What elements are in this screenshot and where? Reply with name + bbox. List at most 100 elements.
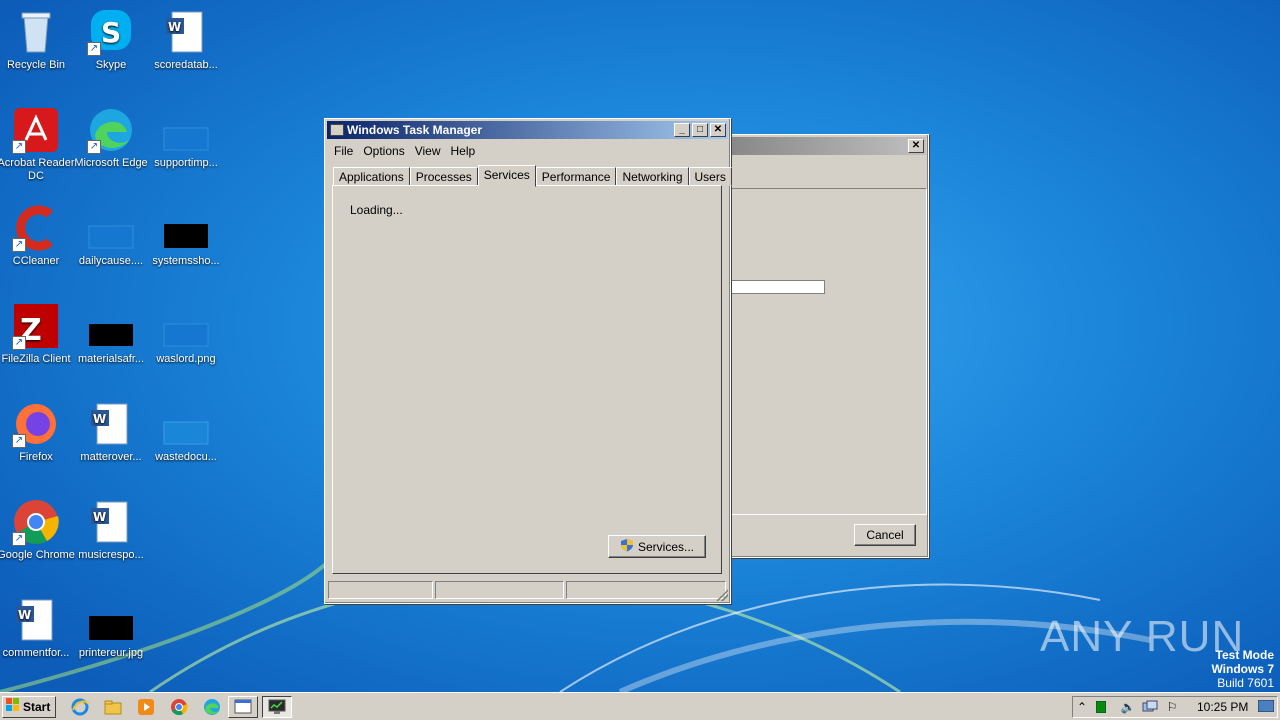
desktop-icon-printereur[interactable]: printereur.jpg bbox=[71, 596, 151, 660]
tab-performance[interactable]: Performance bbox=[535, 167, 617, 186]
image-file-icon bbox=[162, 302, 210, 350]
system-tray: ⌃ 🔈 ⚐ 10:25 PM bbox=[1072, 696, 1278, 718]
desktop-icon-ccleaner[interactable]: ↗ CCleaner bbox=[0, 204, 76, 268]
image-file-icon bbox=[162, 106, 210, 154]
firefox-icon: ↗ bbox=[12, 400, 60, 448]
tray-network-icon[interactable] bbox=[1139, 700, 1161, 714]
desktop-icon-acrobat[interactable]: ↗ Acrobat Reader DC bbox=[0, 106, 76, 183]
close-button[interactable]: ✕ bbox=[710, 123, 726, 137]
desktop-icon-musicrespo[interactable]: W musicrespo... bbox=[71, 498, 151, 562]
skype-icon: S ↗ bbox=[87, 8, 135, 56]
services-button-label: Services... bbox=[637, 539, 694, 554]
desktop-icon-scoredatab[interactable]: W scoredatab... bbox=[146, 8, 226, 72]
tray-volume-icon[interactable]: 🔈 bbox=[1117, 700, 1139, 714]
edge-icon: ↗ bbox=[87, 106, 135, 154]
menu-bar: File Options View Help bbox=[325, 141, 730, 161]
desktop-icon-systemssho[interactable]: systemssho... bbox=[146, 204, 226, 268]
svg-text:S: S bbox=[101, 16, 121, 49]
services-panel: Loading... Services... bbox=[332, 185, 722, 574]
tab-strip: Applications Processes Services Performa… bbox=[333, 165, 732, 187]
desktop-icon-wastedocu[interactable]: wastedocu... bbox=[146, 400, 226, 464]
watermark-line3: Build 7601 bbox=[1217, 676, 1274, 690]
menu-help[interactable]: Help bbox=[446, 143, 481, 159]
task-manager-window: Windows Task Manager _ □ ✕ File Options … bbox=[324, 118, 732, 604]
desktop-icon-chrome[interactable]: ↗ Google Chrome bbox=[0, 498, 76, 562]
background-dialog-close-button[interactable]: ✕ bbox=[908, 139, 924, 153]
svg-text:W: W bbox=[93, 412, 106, 426]
tab-services[interactable]: Services bbox=[477, 165, 536, 187]
cancel-button[interactable]: Cancel bbox=[854, 524, 916, 546]
background-dialog-field bbox=[731, 280, 825, 294]
desktop-icon-commentfor[interactable]: W commentfor... bbox=[0, 596, 76, 660]
word-doc-icon: W bbox=[162, 8, 210, 56]
taskbar-explorer-icon[interactable] bbox=[101, 696, 125, 718]
services-button[interactable]: Services... bbox=[608, 535, 706, 558]
desktop-icon-waslord[interactable]: waslord.png bbox=[146, 302, 226, 366]
taskbar-task-background-dialog[interactable] bbox=[228, 695, 258, 718]
watermark-line2: Windows 7 bbox=[1211, 662, 1274, 676]
clock[interactable]: 10:25 PM bbox=[1197, 700, 1248, 714]
tray-expand-icon[interactable]: ⌃ bbox=[1073, 700, 1091, 714]
desktop-icon-firefox[interactable]: ↗ Firefox bbox=[0, 400, 76, 464]
desktop-icon-filezilla[interactable]: Z ↗ FileZilla Client bbox=[0, 302, 76, 366]
desktop-icon-supportimp[interactable]: supportimp... bbox=[146, 106, 226, 170]
status-bar-cell bbox=[566, 581, 726, 599]
desktop-icon-materialsafr[interactable]: materialsafr... bbox=[71, 302, 151, 366]
taskbar: Start ⌃ 🔈 ⚐ 10:25 PM bbox=[0, 692, 1280, 720]
svg-text:W: W bbox=[18, 608, 31, 622]
loading-text: Loading... bbox=[350, 203, 403, 217]
image-file-icon bbox=[87, 596, 135, 644]
word-doc-icon: W bbox=[87, 498, 135, 546]
desktop-icon-dailycause[interactable]: dailycause.... bbox=[71, 204, 151, 268]
minimize-button[interactable]: _ bbox=[674, 123, 690, 137]
image-file-icon bbox=[162, 400, 210, 448]
window-title: Windows Task Manager bbox=[347, 123, 483, 137]
image-file-icon bbox=[87, 302, 135, 350]
windows-logo-icon bbox=[6, 698, 20, 715]
ccleaner-icon: ↗ bbox=[12, 204, 60, 252]
taskbar-chrome-icon[interactable] bbox=[167, 696, 191, 718]
menu-view[interactable]: View bbox=[410, 143, 446, 159]
start-label: Start bbox=[23, 699, 51, 714]
svg-text:W: W bbox=[168, 20, 181, 34]
image-file-icon bbox=[162, 204, 210, 252]
taskbar-media-player-icon[interactable] bbox=[134, 696, 158, 718]
tray-flag-icon[interactable]: ⚐ bbox=[1161, 700, 1183, 714]
resize-grip-icon[interactable] bbox=[716, 589, 728, 601]
task-manager-app-icon bbox=[330, 124, 344, 136]
menu-options[interactable]: Options bbox=[358, 143, 409, 159]
tab-processes[interactable]: Processes bbox=[409, 167, 478, 186]
test-mode-watermark: Test Mode Windows 7 Build 7601 bbox=[1211, 648, 1274, 690]
filezilla-icon: Z ↗ bbox=[12, 302, 60, 350]
status-bar bbox=[328, 581, 728, 599]
recycle-bin-icon bbox=[12, 8, 60, 56]
word-doc-icon: W bbox=[87, 400, 135, 448]
desktop-icon-matterover[interactable]: W matterover... bbox=[71, 400, 151, 464]
desktop-icon-edge[interactable]: ↗ Microsoft Edge bbox=[71, 106, 151, 170]
image-file-icon bbox=[87, 204, 135, 252]
status-bar-cell bbox=[435, 581, 564, 599]
tab-networking[interactable]: Networking bbox=[616, 167, 689, 186]
desktop-icon-skype[interactable]: S ↗ Skype bbox=[71, 8, 151, 72]
tray-task-manager-icon[interactable] bbox=[1091, 701, 1111, 713]
background-dialog: ✕ Cancel bbox=[700, 134, 929, 558]
uac-shield-icon bbox=[620, 538, 634, 555]
task-manager-titlebar[interactable]: Windows Task Manager _ □ ✕ bbox=[327, 121, 728, 139]
taskbar-edge-icon[interactable] bbox=[200, 696, 224, 718]
taskbar-task-task-manager[interactable] bbox=[262, 695, 292, 718]
start-button[interactable]: Start bbox=[2, 695, 56, 718]
tab-applications[interactable]: Applications bbox=[333, 167, 410, 186]
background-dialog-titlebar: ✕ bbox=[703, 137, 926, 155]
chrome-icon: ↗ bbox=[12, 498, 60, 546]
tab-users[interactable]: Users bbox=[688, 167, 732, 186]
taskbar-ie-icon[interactable] bbox=[68, 696, 92, 718]
maximize-button[interactable]: □ bbox=[692, 123, 708, 137]
svg-text:W: W bbox=[93, 510, 106, 524]
word-doc-icon: W bbox=[12, 596, 60, 644]
status-bar-cell bbox=[328, 581, 433, 599]
watermark-line1: Test Mode bbox=[1215, 648, 1274, 662]
show-desktop-icon[interactable] bbox=[1257, 699, 1275, 715]
background-dialog-panel bbox=[731, 188, 927, 515]
menu-file[interactable]: File bbox=[329, 143, 358, 159]
desktop-icon-recycle-bin[interactable]: Recycle Bin bbox=[0, 8, 76, 72]
